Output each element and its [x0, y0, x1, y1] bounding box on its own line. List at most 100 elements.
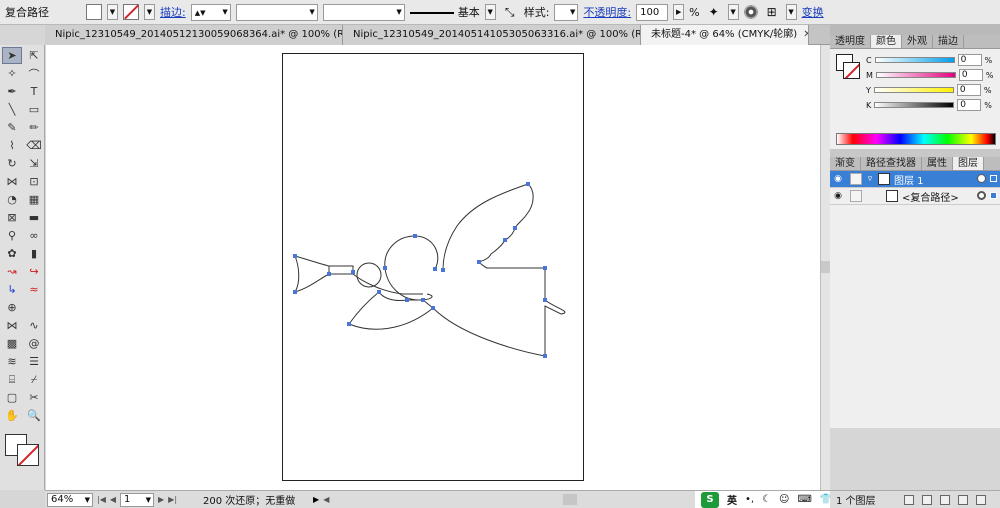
- layer-name[interactable]: 图层 1: [894, 172, 924, 187]
- target-icon[interactable]: [977, 191, 986, 200]
- black-slider-row[interactable]: K 0 %: [866, 99, 992, 111]
- moon-icon[interactable]: ☾: [762, 494, 771, 505]
- stroke-dropdown[interactable]: ▼: [144, 4, 155, 20]
- anchor-point[interactable]: [293, 290, 297, 294]
- sogou-ime-icon[interactable]: S: [701, 491, 719, 508]
- paintbrush-tool-icon[interactable]: ✎: [2, 119, 22, 136]
- punctuation-icon[interactable]: •,: [745, 494, 754, 505]
- eye-icon[interactable]: ◉: [832, 174, 844, 184]
- mesh-tool-icon[interactable]: ⊠: [2, 209, 22, 226]
- recolor-dropdown[interactable]: ▼: [727, 4, 739, 20]
- anchor-point[interactable]: [513, 226, 517, 230]
- magenta-value[interactable]: 0: [958, 69, 983, 81]
- selection-indicator[interactable]: [990, 175, 997, 182]
- opacity-label[interactable]: 不透明度:: [583, 4, 631, 20]
- horizontal-scroll-thumb[interactable]: [563, 494, 577, 505]
- transform-link[interactable]: 变换: [802, 4, 824, 20]
- eraser-tool-icon[interactable]: ⌫: [24, 137, 44, 154]
- new-sublayer-icon[interactable]: [940, 494, 950, 505]
- spiral-tool-icon[interactable]: @: [24, 335, 44, 352]
- next-artboard-icon[interactable]: ▶: [158, 495, 164, 504]
- artboard-tool-icon[interactable]: ▢: [2, 389, 22, 406]
- pencil-tool-icon[interactable]: ✏: [24, 119, 44, 136]
- eye-icon[interactable]: ◉: [832, 191, 844, 201]
- artboard[interactable]: [282, 53, 584, 481]
- delete-layer-icon[interactable]: [976, 494, 986, 505]
- scroll-left-icon[interactable]: ◀: [323, 495, 329, 504]
- yellow-slider-row[interactable]: Y 0 %: [866, 84, 992, 96]
- cyan-slider-row[interactable]: C 0 %: [866, 54, 992, 66]
- column-graph-tool-icon[interactable]: ▮: [24, 245, 44, 262]
- anchor-point[interactable]: [477, 260, 481, 264]
- keyboard-icon[interactable]: ⌨: [797, 494, 811, 505]
- yellow-value[interactable]: 0: [956, 84, 981, 96]
- symbol-sprayer-tool-icon[interactable]: ✿: [2, 245, 22, 262]
- fill-stroke-widget[interactable]: [3, 432, 43, 466]
- custom-tool-2-icon[interactable]: ↪: [24, 263, 44, 280]
- anchor-point[interactable]: [405, 298, 409, 302]
- align-dropdown[interactable]: ▼: [785, 4, 797, 20]
- grid-tool-icon[interactable]: ▩: [2, 335, 22, 352]
- make-clipping-mask-icon[interactable]: [922, 494, 932, 505]
- perspective-grid-tool-icon[interactable]: ▦: [24, 191, 44, 208]
- fill-stroke-preview[interactable]: [836, 54, 860, 82]
- anchor-point[interactable]: [421, 298, 425, 302]
- fill-dropdown[interactable]: ▼: [107, 4, 118, 20]
- new-layer-icon[interactable]: [958, 494, 968, 505]
- selection-indicator[interactable]: [990, 192, 997, 199]
- stroke-weight-field[interactable]: ▲▼ ▼: [190, 3, 231, 21]
- tab-document-active[interactable]: 未标题-4* @ 64% (CMYK/轮廓) ✕: [641, 25, 809, 45]
- anchor-point[interactable]: [503, 238, 507, 242]
- anchor-point[interactable]: [293, 254, 297, 258]
- rectangle-tool-icon[interactable]: ▭: [24, 101, 44, 118]
- variable-width-field[interactable]: ▼: [235, 3, 318, 21]
- anchor-point[interactable]: [526, 182, 530, 186]
- brush-definition-field[interactable]: ▼: [322, 3, 405, 21]
- anchor-point[interactable]: [543, 266, 547, 270]
- vertical-scrollbar[interactable]: [820, 45, 830, 490]
- panel-dock-header[interactable]: [830, 25, 1000, 35]
- magenta-slider-row[interactable]: M 0 %: [866, 69, 994, 81]
- blend-tool-icon[interactable]: ∞: [24, 227, 44, 244]
- stroke-label[interactable]: 描边:: [160, 4, 186, 20]
- stroke-preview[interactable]: [843, 62, 860, 79]
- anchor-point[interactable]: [383, 266, 387, 270]
- tab-transparency[interactable]: 透明度: [830, 35, 871, 48]
- zoom-tool-icon[interactable]: 🔍: [24, 407, 44, 424]
- prev-artboard-icon[interactable]: ◀: [110, 495, 116, 504]
- magic-wand-tool-icon[interactable]: ✧: [2, 65, 22, 82]
- crosshair-tool-icon[interactable]: ⊕: [2, 299, 22, 316]
- angel-compound-path-drawing[interactable]: [283, 54, 585, 482]
- custom-tool-4-icon[interactable]: ≈: [24, 281, 44, 298]
- ime-language[interactable]: 英: [727, 492, 737, 507]
- bow-tool-icon[interactable]: ⋈: [2, 317, 22, 334]
- rotate-tool-icon[interactable]: ↻: [2, 155, 22, 172]
- zigzag-tool-icon[interactable]: ≋: [2, 353, 22, 370]
- scissors-tool-icon[interactable]: ✂: [24, 389, 44, 406]
- stroke-swatch[interactable]: [123, 4, 139, 20]
- anchor-point[interactable]: [377, 290, 381, 294]
- type-tool-icon[interactable]: T: [24, 83, 44, 100]
- cyan-value[interactable]: 0: [957, 54, 982, 66]
- lock-toggle[interactable]: [850, 173, 862, 185]
- anchor-point[interactable]: [327, 272, 331, 276]
- list-tool-icon[interactable]: ☰: [24, 353, 44, 370]
- anchor-point[interactable]: [347, 322, 351, 326]
- opacity-field[interactable]: 100: [636, 3, 669, 21]
- lock-toggle[interactable]: [850, 190, 862, 202]
- stroke-box[interactable]: [17, 444, 39, 466]
- tab-appearance[interactable]: 外观: [902, 35, 933, 48]
- gradient-tool-icon[interactable]: ▬: [24, 209, 44, 226]
- lasso-tool-icon[interactable]: ⌒: [24, 65, 44, 82]
- wave-tool-icon[interactable]: ∿: [24, 317, 44, 334]
- zoom-field[interactable]: 64% ▼: [47, 492, 93, 507]
- align-icon[interactable]: ⊞: [763, 3, 781, 21]
- free-transform-tool-icon[interactable]: ⊡: [24, 173, 44, 190]
- color-spectrum[interactable]: [836, 133, 996, 145]
- locate-object-icon[interactable]: [904, 494, 914, 505]
- tab-pathfinder[interactable]: 路径查找器: [861, 157, 922, 170]
- anchor-point[interactable]: [413, 234, 417, 238]
- document-canvas[interactable]: [46, 45, 820, 490]
- emoji-icon[interactable]: ☺: [779, 494, 789, 505]
- anchor-point[interactable]: [433, 267, 437, 271]
